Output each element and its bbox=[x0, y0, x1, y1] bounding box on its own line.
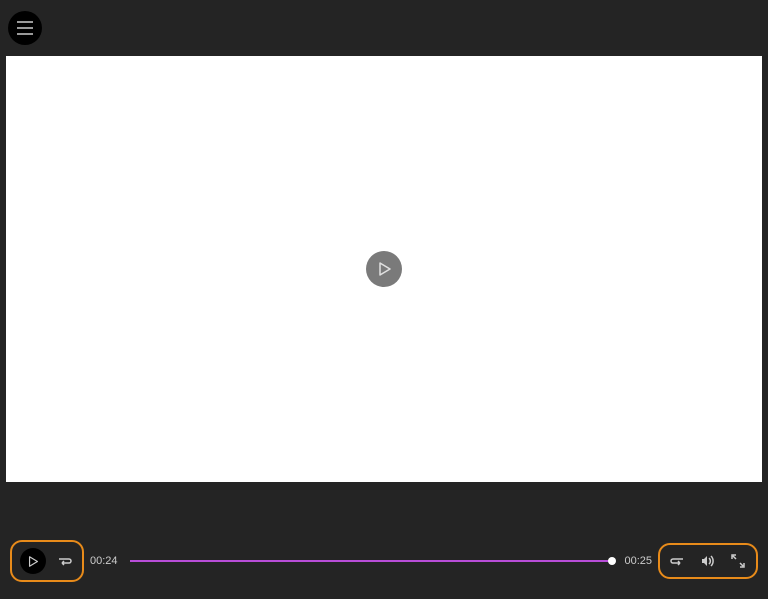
fullscreen-button[interactable] bbox=[728, 551, 748, 571]
duration-label: 00:25 bbox=[624, 555, 652, 567]
skip-back-button[interactable] bbox=[54, 551, 74, 571]
progress-thumb[interactable] bbox=[608, 557, 616, 565]
fullscreen-icon bbox=[730, 553, 746, 569]
current-time-label: 00:24 bbox=[90, 555, 118, 567]
right-control-group bbox=[658, 543, 758, 579]
video-viewport bbox=[6, 56, 762, 482]
skip-back-icon bbox=[56, 553, 72, 569]
play-icon bbox=[28, 556, 39, 567]
skip-forward-icon bbox=[670, 553, 686, 569]
left-control-group bbox=[10, 540, 84, 582]
header bbox=[0, 0, 768, 56]
skip-forward-button[interactable] bbox=[668, 551, 688, 571]
center-play-button[interactable] bbox=[366, 251, 402, 287]
volume-button[interactable] bbox=[698, 551, 718, 571]
hamburger-menu-button[interactable] bbox=[8, 11, 42, 45]
play-icon bbox=[378, 262, 392, 276]
volume-icon bbox=[700, 553, 716, 569]
progress-bar[interactable] bbox=[130, 551, 613, 571]
progress-track bbox=[130, 560, 613, 562]
player-controls: 00:24 00:25 bbox=[0, 543, 768, 579]
hamburger-icon bbox=[17, 21, 33, 23]
play-button[interactable] bbox=[20, 548, 46, 574]
